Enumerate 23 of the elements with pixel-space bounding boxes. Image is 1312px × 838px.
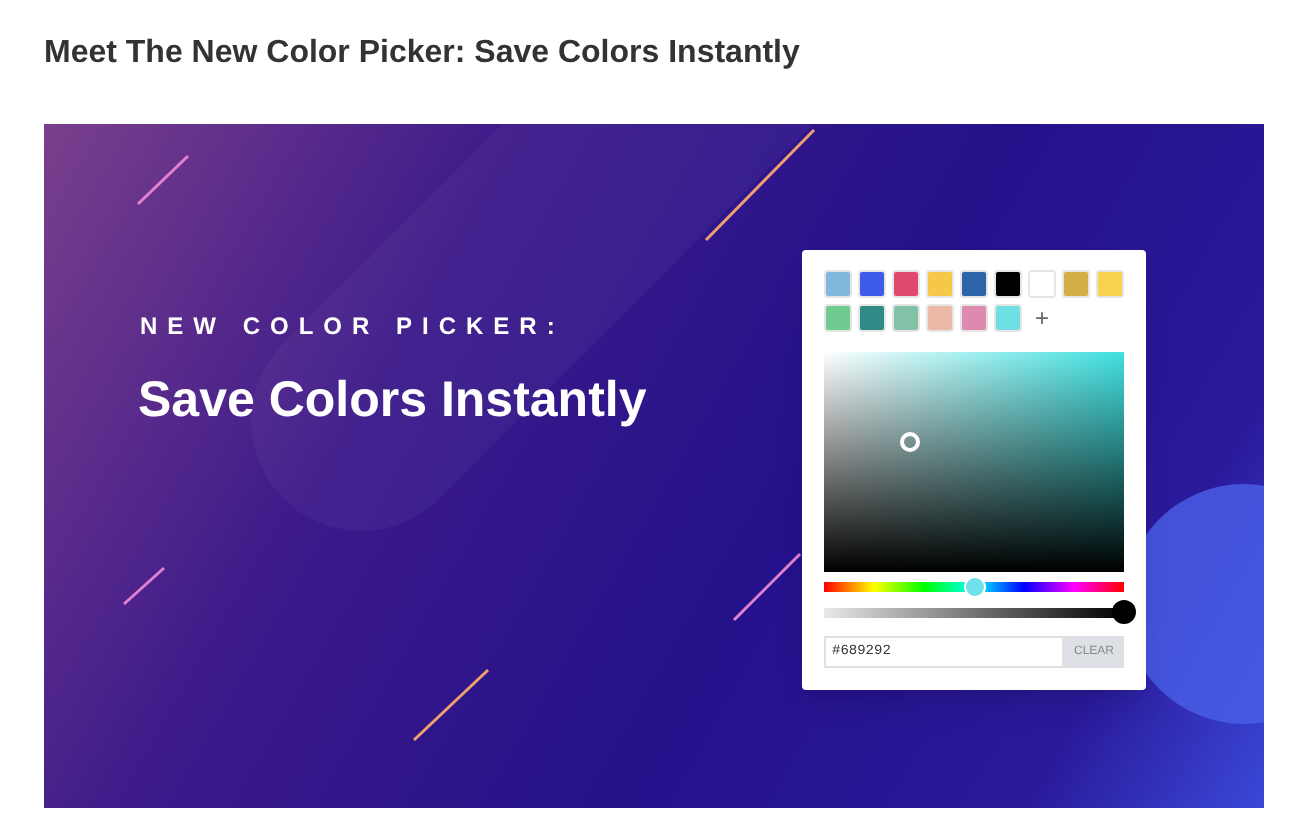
color-swatch[interactable]	[926, 304, 954, 332]
banner-title: Save Colors Instantly	[138, 370, 647, 432]
color-swatch[interactable]	[892, 304, 920, 332]
saturation-area[interactable]	[824, 352, 1124, 572]
color-swatch[interactable]	[892, 270, 920, 298]
color-swatch[interactable]	[960, 304, 988, 332]
color-swatch[interactable]	[926, 270, 954, 298]
color-swatch[interactable]	[824, 304, 852, 332]
add-swatch-button[interactable]: +	[1028, 304, 1056, 332]
color-swatch[interactable]	[1028, 270, 1056, 298]
banner-eyebrow: NEW COLOR PICKER:	[140, 310, 565, 344]
color-swatch[interactable]	[1062, 270, 1090, 298]
color-swatch[interactable]	[858, 270, 886, 298]
picker-cursor-icon[interactable]	[900, 432, 920, 452]
color-swatch[interactable]	[960, 270, 988, 298]
hue-thumb[interactable]	[963, 576, 985, 598]
color-swatch[interactable]	[824, 270, 852, 298]
color-swatch[interactable]	[858, 304, 886, 332]
color-swatch[interactable]	[994, 270, 1022, 298]
color-swatch[interactable]	[994, 304, 1022, 332]
color-swatch[interactable]	[1096, 270, 1124, 298]
alpha-thumb[interactable]	[1112, 600, 1136, 624]
article-heading: Meet The New Color Picker: Save Colors Instantly	[44, 34, 800, 74]
